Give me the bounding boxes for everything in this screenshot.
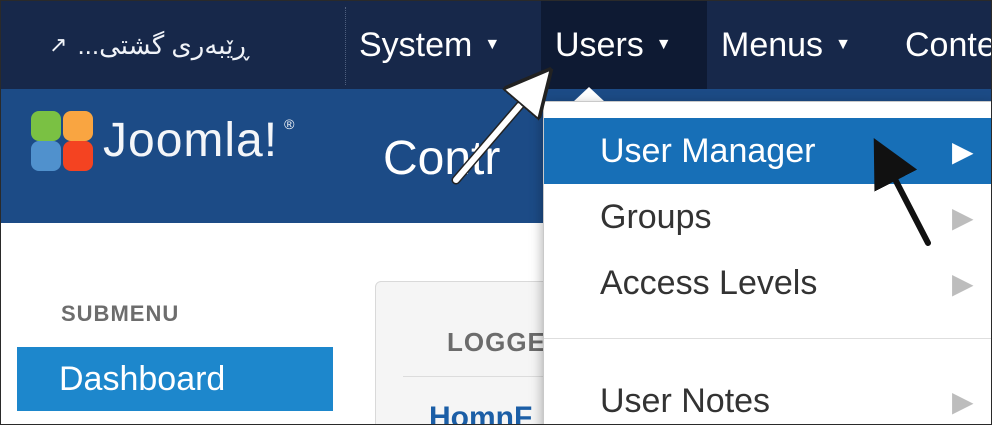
external-link-icon: ↗ [49, 32, 68, 57]
caret-down-icon: ▼ [835, 36, 851, 53]
screenshot-frame: ↗ ...ڕێبەری گشتی System ▼ Users ▼ Menus … [0, 0, 992, 425]
menu-item-user-notes[interactable]: User Notes ▶ [544, 368, 991, 424]
joomla-logo[interactable]: Joomla! ® [29, 109, 294, 171]
menu-item-label: User Manager [600, 131, 816, 170]
nav-system-label: System [359, 25, 473, 64]
caret-down-icon: ▼ [655, 36, 672, 53]
nav-system[interactable]: System ▼ [345, 1, 541, 89]
menu-item-label: Access Levels [600, 263, 818, 302]
nav-menus[interactable]: Menus ▼ [707, 1, 891, 89]
nav-menus-label: Menus [721, 25, 824, 64]
nav-content[interactable]: Conte [891, 1, 992, 89]
panel-user-link[interactable]: HomnF [429, 401, 532, 424]
chevron-right-icon: ▶ [952, 135, 974, 167]
registered-icon: ® [284, 116, 295, 132]
chevron-right-icon: ▶ [952, 201, 974, 233]
menu-divider [544, 338, 991, 339]
nav-content-label: Conte [905, 25, 992, 64]
nav-users-label: Users [555, 25, 644, 64]
site-link-label: ...ڕێبەری گشتی [77, 29, 250, 60]
menu-item-label: User Notes [600, 381, 771, 420]
menu-item-access-levels[interactable]: Access Levels ▶ [544, 250, 991, 316]
panel-title: LOGGE [447, 327, 546, 357]
menu-item-groups[interactable]: Groups ▶ [544, 184, 991, 250]
chevron-right-icon: ▶ [952, 267, 974, 299]
chevron-right-icon: ▶ [952, 385, 974, 417]
menu-item-label: Groups [600, 197, 712, 236]
site-link[interactable]: ↗ ...ڕێبەری گشتی [49, 1, 249, 89]
users-dropdown-menu: User Manager ▶ Groups ▶ Access Levels ▶ … [543, 101, 991, 424]
sidebar-item-label: Dashboard [59, 359, 226, 398]
page-title: Contr [383, 132, 501, 185]
nav-users[interactable]: Users ▼ [541, 1, 707, 89]
sidebar-item-dashboard[interactable]: Dashboard [17, 347, 333, 411]
top-navbar: ↗ ...ڕێبەری گشتی System ▼ Users ▼ Menus … [1, 1, 991, 89]
joomla-logo-icon [29, 109, 97, 171]
dropdown-notch [573, 87, 605, 102]
joomla-wordmark: Joomla! [103, 113, 279, 167]
menu-item-user-manager[interactable]: User Manager ▶ [544, 118, 991, 184]
submenu-heading: SUBMENU [61, 301, 180, 326]
caret-down-icon: ▼ [484, 36, 501, 53]
